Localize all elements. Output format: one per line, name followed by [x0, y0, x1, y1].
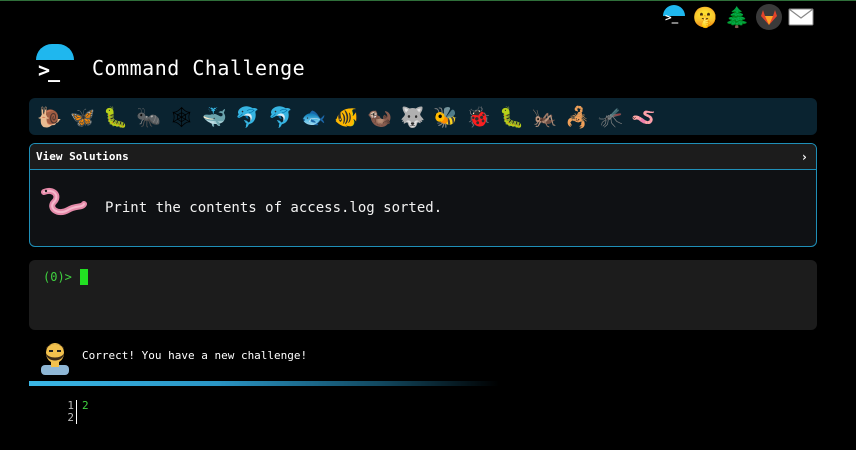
whale-icon[interactable]: 🐳	[200, 102, 229, 132]
header-icons: >_ 🤫 🌲	[662, 4, 814, 30]
feedback-message: Correct! You have a new challenge!	[82, 349, 308, 362]
scorpion-icon[interactable]: 🦂	[563, 102, 592, 132]
chevron-right-icon: ›	[800, 149, 808, 164]
text-cursor	[80, 269, 88, 285]
worm-icon	[41, 188, 87, 216]
snail-icon[interactable]: 🐌	[35, 102, 64, 132]
butterfly-icon[interactable]: 🦋	[68, 102, 97, 132]
challenge-body: Print the contents of access.log sorted.	[30, 170, 816, 246]
otter-icon[interactable]: 🦦	[365, 102, 394, 132]
challenge-panel: View Solutions › Print the contents of a…	[29, 143, 817, 247]
output-line: 2	[82, 399, 89, 412]
wolf-icon[interactable]: 🐺	[398, 102, 427, 132]
bee-icon[interactable]: 🐝	[431, 102, 460, 132]
gitlab-icon[interactable]	[756, 4, 782, 30]
line-number: 2	[67, 411, 74, 424]
ladybug-icon[interactable]: 🐞	[464, 102, 493, 132]
challenge-description: Print the contents of access.log sorted.	[105, 200, 443, 216]
envelope-icon[interactable]	[788, 4, 814, 30]
dolphin-icon[interactable]: 🐬	[233, 102, 262, 132]
tree-icon[interactable]: 🌲	[724, 4, 750, 30]
terminal-input[interactable]: (0)>	[29, 260, 817, 330]
ant-icon[interactable]: 🐜	[134, 102, 163, 132]
cricket-icon[interactable]: 🦗	[530, 102, 559, 132]
avatar	[41, 343, 69, 375]
page-title: Command Challenge	[92, 56, 306, 80]
fish-icon[interactable]: 🐟	[299, 102, 328, 132]
cmdchallenge-icon[interactable]: >_	[662, 4, 686, 30]
page: >_ 🤫 🌲 >_ Command Challenge 🐌 🦋 🐛 🐜 🕸 🐳 🐬 🐬 🐟 🐠 🦦 🐺…	[0, 0, 856, 450]
bug-icon[interactable]: 🐛	[497, 102, 526, 132]
progress-bar	[29, 381, 499, 386]
mosquito-icon[interactable]: 🦟	[596, 102, 625, 132]
worm-icon[interactable]: 🪱	[629, 102, 658, 132]
spiderweb-icon[interactable]: 🕸	[167, 102, 196, 132]
challenge-selector-bar: 🐌 🦋 🐛 🐜 🕸 🐳 🐬 🐬 🐟 🐠 🦦 🐺 🐝 🐞 🐛 🦗 🦂 🦟 🪱	[29, 98, 817, 135]
tropical-fish-icon[interactable]: 🐠	[332, 102, 361, 132]
dolphin-grey-icon[interactable]: 🐬	[266, 102, 295, 132]
shushing-face-icon[interactable]: 🤫	[692, 4, 718, 30]
view-solutions-label: View Solutions	[36, 150, 129, 163]
app-logo[interactable]: >_	[36, 44, 74, 84]
terminal-prompt-icon: >_	[38, 58, 60, 82]
terminal-prompt: (0)>	[43, 270, 72, 284]
top-border	[0, 0, 856, 1]
line-numbers: 1 2	[60, 400, 77, 424]
caterpillar-icon[interactable]: 🐛	[101, 102, 130, 132]
view-solutions-toggle[interactable]: View Solutions ›	[30, 144, 816, 170]
